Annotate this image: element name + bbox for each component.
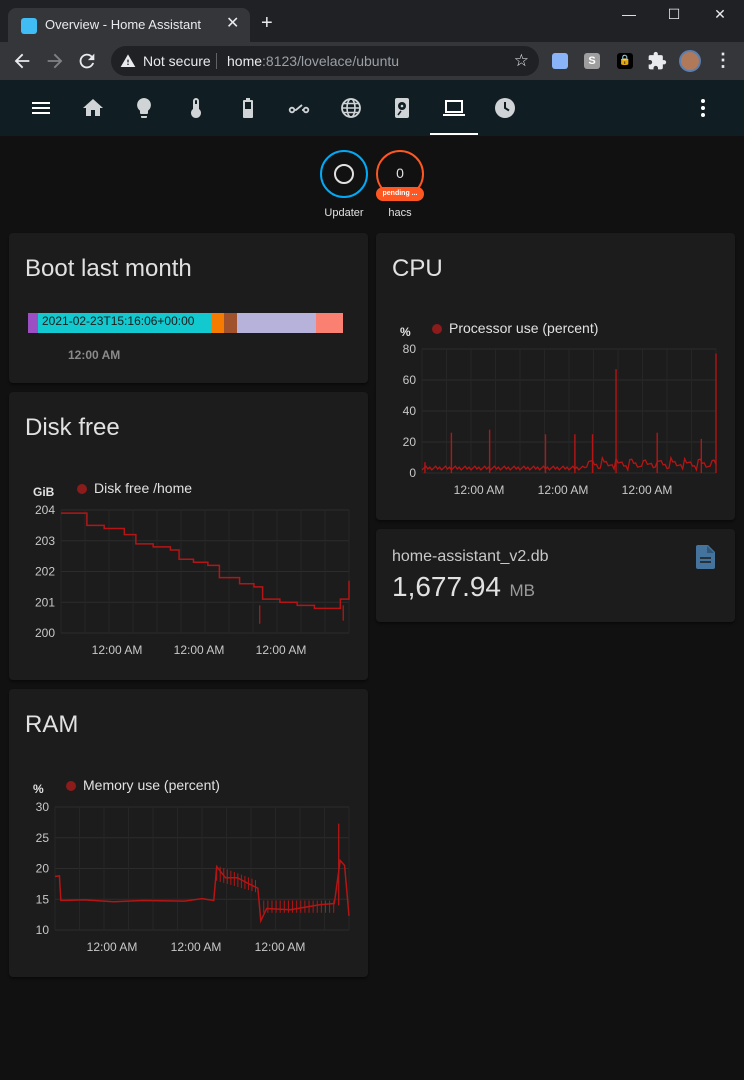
db-size-value: 1,677.94 xyxy=(392,571,501,602)
boot-segment[interactable] xyxy=(236,313,316,333)
y-tick-label: 204 xyxy=(35,503,55,517)
url-text[interactable]: home:8123/lovelace/ubuntu xyxy=(227,53,399,69)
dots-vertical-icon[interactable] xyxy=(691,96,715,120)
url-host: home xyxy=(227,53,263,69)
y-tick-label: 200 xyxy=(35,626,55,640)
cpu-chart[interactable]: 80 60 40 20 0 12:00 AM 12:00 AM 12:00 AM xyxy=(376,233,735,520)
extension-s-icon[interactable]: S xyxy=(584,53,600,69)
minimize-icon[interactable]: — xyxy=(617,6,641,26)
boot-bar-label: 2021-02-23T15:16:06+00:00 xyxy=(42,314,195,328)
x-tick-label: 12:00 AM xyxy=(174,643,225,657)
y-tick-label: 20 xyxy=(36,862,50,876)
extension-lock-icon[interactable]: 🔒 xyxy=(617,53,633,69)
ram-card: RAM % Memory use (percent) 30 25 20 15 10 12:… xyxy=(9,689,368,977)
y-tick-label: 30 xyxy=(36,800,50,814)
y-tick-label: 201 xyxy=(35,595,55,609)
file-document-icon xyxy=(696,545,715,569)
maximize-icon[interactable]: ☐ xyxy=(662,6,686,26)
web-icon[interactable] xyxy=(339,96,363,120)
boot-history-card: Boot last month 2021-02-23T15:16:06+00:0… xyxy=(9,233,368,383)
extensions-puzzle-icon[interactable] xyxy=(647,51,667,71)
boot-time-label: 12:00 AM xyxy=(68,348,121,362)
bookmark-star-icon[interactable]: ☆ xyxy=(514,51,529,71)
home-assistant-favicon-icon xyxy=(21,18,37,34)
x-tick-label: 12:00 AM xyxy=(256,643,307,657)
x-tick-label: 12:00 AM xyxy=(622,483,673,497)
menu-icon[interactable] xyxy=(29,96,53,120)
security-label[interactable]: Not secure xyxy=(143,53,211,69)
hacs-badge-value: 0 xyxy=(396,165,404,181)
window-close-icon[interactable]: ✕ xyxy=(708,6,732,26)
reload-icon[interactable] xyxy=(76,50,98,72)
y-tick-label: 20 xyxy=(403,435,417,449)
address-divider xyxy=(216,53,217,69)
hacs-badge-label: hacs xyxy=(388,207,412,219)
back-icon[interactable] xyxy=(11,50,33,72)
profile-avatar[interactable] xyxy=(679,50,701,72)
y-tick-label: 25 xyxy=(36,831,50,845)
active-tab-indicator xyxy=(430,133,478,135)
tab-close-icon[interactable]: ✕ xyxy=(226,15,239,33)
warning-icon[interactable] xyxy=(120,53,136,69)
y-tick-label: 203 xyxy=(35,534,55,548)
db-name: home-assistant_v2.db xyxy=(392,548,549,565)
boot-segment[interactable] xyxy=(315,313,343,333)
updater-status-icon xyxy=(334,164,354,184)
boot-segment[interactable] xyxy=(224,313,237,333)
harddisk-icon[interactable] xyxy=(390,96,414,120)
y-tick-label: 10 xyxy=(36,923,50,937)
browser-tab[interactable]: Overview - Home Assistant ✕ xyxy=(8,8,250,42)
hacs-pending-pill: pending ... xyxy=(376,187,424,201)
browser-tab-strip: Overview - Home Assistant ✕ + — ☐ ✕ xyxy=(0,0,744,42)
clock-icon[interactable] xyxy=(493,96,517,120)
y-tick-label: 40 xyxy=(403,404,417,418)
extension-cast-icon[interactable] xyxy=(552,53,568,69)
disk-free-chart[interactable]: 204 203 202 201 200 12:00 AM 12:00 AM 12:00 AM xyxy=(9,392,368,680)
cpu-card: CPU % Processor use (percent) 80 60 40 20 0 1… xyxy=(376,233,735,520)
y-tick-label: 80 xyxy=(403,342,417,356)
y-tick-label: 0 xyxy=(409,466,416,480)
switch-icon[interactable] xyxy=(287,96,311,120)
laptop-icon[interactable] xyxy=(442,96,466,120)
address-bar[interactable]: Not secure home:8123/lovelace/ubuntu ☆ xyxy=(111,46,539,76)
ha-view-tabs xyxy=(0,80,744,136)
y-tick-label: 202 xyxy=(35,565,55,579)
x-tick-label: 12:00 AM xyxy=(538,483,589,497)
x-tick-label: 12:00 AM xyxy=(171,940,222,954)
new-tab-icon[interactable]: + xyxy=(261,13,273,33)
updater-badge[interactable] xyxy=(320,150,368,198)
browser-menu-icon[interactable]: ⋮ xyxy=(714,50,732,70)
lightbulb-icon[interactable] xyxy=(132,96,156,120)
y-tick-label: 60 xyxy=(403,373,417,387)
x-tick-label: 12:00 AM xyxy=(255,940,306,954)
boot-segment[interactable] xyxy=(211,313,225,333)
battery-icon[interactable] xyxy=(236,96,260,120)
ram-chart[interactable]: 30 25 20 15 10 12:00 AM 12:00 AM 12:00 AM xyxy=(9,689,368,977)
disk-free-card: Disk free GiB Disk free /home 204 203 202 2… xyxy=(9,392,368,680)
forward-icon[interactable] xyxy=(44,50,66,72)
tab-title: Overview - Home Assistant xyxy=(45,17,202,32)
y-tick-label: 15 xyxy=(36,892,50,906)
home-icon[interactable] xyxy=(81,96,105,120)
x-tick-label: 12:00 AM xyxy=(92,643,143,657)
db-size-value-row: 1,677.94 MB xyxy=(392,571,535,603)
card-title: Boot last month xyxy=(25,255,192,282)
boot-segment[interactable] xyxy=(28,313,39,333)
thermometer-icon[interactable] xyxy=(184,96,208,120)
db-size-unit: MB xyxy=(509,581,535,600)
x-tick-label: 12:00 AM xyxy=(454,483,505,497)
browser-toolbar: Not secure home:8123/lovelace/ubuntu ☆ S… xyxy=(0,42,744,80)
db-size-card[interactable]: home-assistant_v2.db 1,677.94 MB xyxy=(376,529,735,622)
url-path: :8123/lovelace/ubuntu xyxy=(262,53,400,69)
x-tick-label: 12:00 AM xyxy=(87,940,138,954)
